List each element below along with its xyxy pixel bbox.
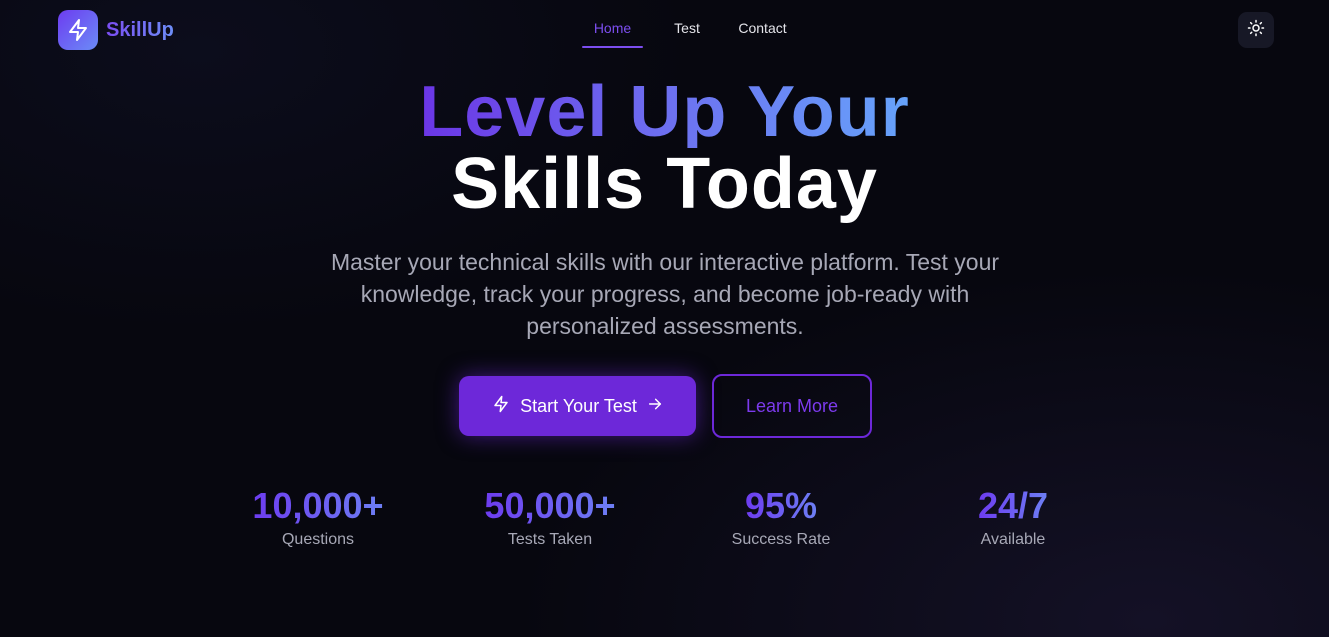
start-test-label: Start Your Test	[520, 395, 637, 416]
stat-available: 24/7 Available	[913, 486, 1113, 549]
lightning-icon	[58, 10, 98, 50]
stat-value: 95%	[744, 485, 818, 526]
stat-tests-taken: 50,000+ Tests Taken	[450, 486, 650, 549]
stat-questions: 10,000+ Questions	[218, 486, 418, 549]
stat-value: 50,000+	[484, 485, 616, 526]
stat-value: 24/7	[977, 485, 1049, 526]
stat-label: Tests Taken	[507, 531, 593, 548]
learn-more-label: Learn More	[745, 395, 839, 416]
logo[interactable]: SkillUp	[58, 10, 174, 50]
top-navbar: SkillUp Home Test Contact	[0, 0, 1329, 60]
nav-item-contact[interactable]: Contact	[735, 20, 790, 48]
sun-icon	[1247, 19, 1265, 42]
lightning-icon	[492, 395, 510, 418]
stat-value: 10,000+	[252, 485, 384, 526]
arrow-right-icon	[647, 396, 663, 417]
logo-text: SkillUp	[106, 18, 174, 41]
stat-label: Success Rate	[731, 531, 831, 548]
stat-success-rate: 95% Success Rate	[681, 486, 881, 549]
start-test-button[interactable]: Start Your Test	[459, 376, 696, 436]
nav-item-test[interactable]: Test	[668, 20, 706, 48]
stat-label: Questions	[281, 531, 355, 548]
hero-title-line1: Level Up Your	[415, 76, 913, 148]
stat-label: Available	[980, 531, 1046, 548]
hero-title: Level Up Your Skills Today	[0, 76, 1329, 220]
hero-title-line2: Skills Today	[451, 144, 878, 224]
hero-subtitle: Master your technical skills with our in…	[330, 249, 1000, 339]
learn-more-button[interactable]: Learn More	[712, 374, 872, 438]
main-nav: Home Test Contact	[582, 20, 790, 48]
theme-toggle-button[interactable]	[1238, 12, 1274, 48]
nav-item-home[interactable]: Home	[582, 20, 643, 48]
